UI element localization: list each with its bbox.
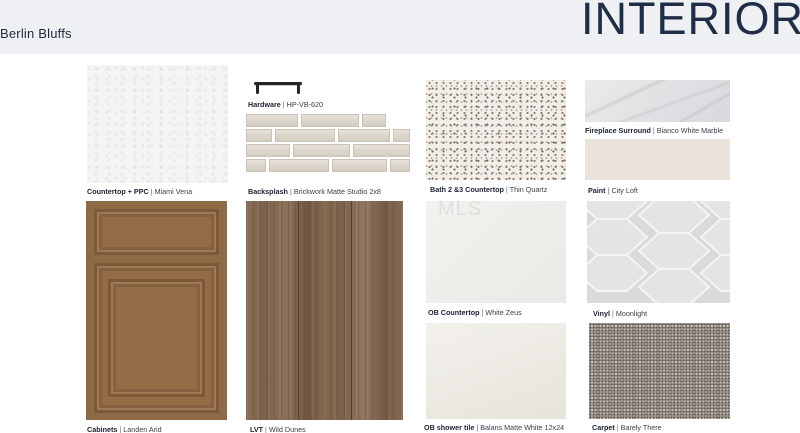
countertop-value: Miami Vena (154, 187, 193, 196)
hardware-caption: Hardware | HP-VB-620 (248, 100, 323, 109)
backsplash-label: Backsplash (248, 187, 288, 196)
ob-countertop-label: OB Countertop (428, 308, 480, 317)
ob-countertop-value: White Zeus (485, 308, 522, 317)
carpet-value: Barely There (620, 423, 662, 432)
countertop-label: Countertop + PPC (87, 187, 149, 196)
ob-shower-tile-caption: OB shower tile | Balans Matte White 12x24 (424, 423, 565, 432)
fireplace-caption: Fireplace Surround | Bianco White Marble (585, 126, 724, 135)
bath-countertop-caption: Bath 2 &3 Countertop | Thin Quartz (430, 185, 548, 194)
lvt-value: Wild Dunes (268, 425, 306, 433)
cabinet-door-inset (108, 279, 205, 397)
ob-shower-tile-value: Balans Matte White 12x24 (480, 423, 565, 432)
cabinets-swatch (86, 201, 227, 420)
paint-caption: Paint | City Loft (588, 186, 638, 195)
cabinets-value: Landen Arid (123, 425, 162, 433)
ob-shower-tile-swatch (426, 323, 566, 419)
vinyl-label: Vinyl (593, 309, 611, 318)
cabinets-caption: Cabinets | Landen Arid (87, 425, 162, 433)
bath-countertop-value: Thin Quartz (509, 185, 548, 194)
carpet-label: Carpet (592, 423, 615, 432)
carpet-swatch (589, 323, 730, 419)
vinyl-swatch (587, 201, 730, 303)
paint-label: Paint (588, 186, 606, 195)
lvt-caption: LVT | Wild Dunes (250, 425, 306, 433)
fireplace-label: Fireplace Surround (585, 126, 651, 135)
lvt-label: LVT (250, 425, 264, 433)
cabinet-drawer-panel (94, 209, 219, 255)
paint-value: City Loft (611, 186, 638, 195)
hardware-value: HP-VB-620 (286, 100, 323, 109)
ob-countertop-caption: OB Countertop | White Zeus (428, 308, 522, 317)
countertop-swatch (87, 65, 228, 183)
backsplash-value: Brickwork Matte Studio 2x8 (293, 187, 381, 196)
bath-countertop-label: Bath 2 &3 Countertop (430, 185, 504, 194)
page-title: INTERIOR (580, 0, 800, 44)
fireplace-swatch (585, 80, 730, 122)
paint-swatch (585, 139, 730, 180)
fireplace-value: Bianco White Marble (656, 126, 724, 135)
backsplash-swatch (246, 112, 410, 180)
vinyl-value: Moonlight (615, 309, 648, 318)
countertop-caption: Countertop + PPC | Miami Vena (87, 187, 193, 196)
community-name: Berlin Bluffs (0, 26, 72, 41)
hardware-pull-icon (254, 82, 302, 94)
cabinets-label: Cabinets (87, 425, 118, 433)
backsplash-caption: Backsplash | Brickwork Matte Studio 2x8 (248, 187, 381, 196)
hardware-label: Hardware (248, 100, 281, 109)
bath-countertop-swatch (426, 80, 566, 180)
ob-shower-tile-label: OB shower tile (424, 423, 475, 432)
lvt-swatch (246, 201, 403, 420)
carpet-caption: Carpet | Barely There (592, 423, 662, 432)
mls-watermark: MLS (438, 198, 483, 220)
vinyl-caption: Vinyl | Moonlight (593, 309, 648, 318)
